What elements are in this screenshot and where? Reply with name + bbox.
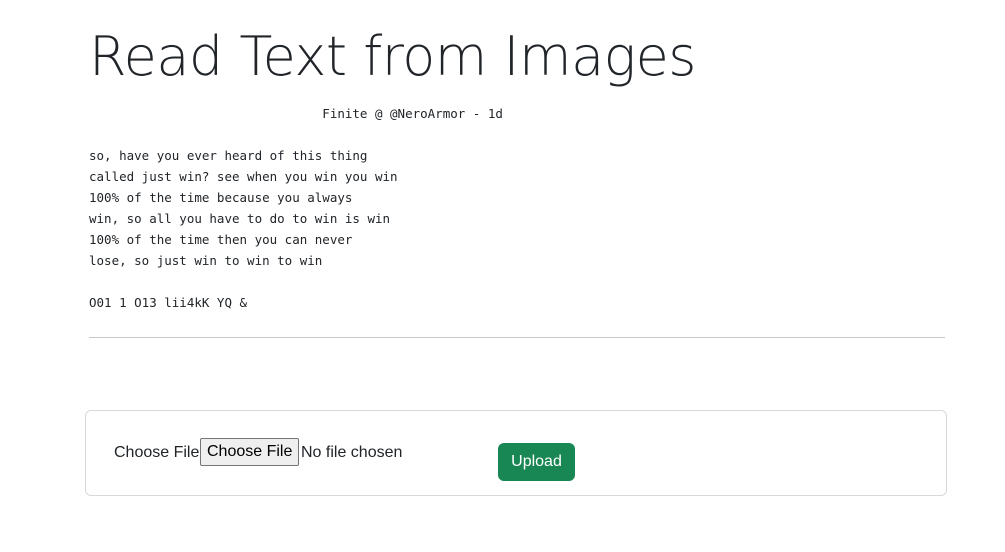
file-input-label: Choose File — [114, 444, 200, 461]
file-status-text: No file chosen — [301, 444, 403, 461]
upload-button[interactable]: Upload — [498, 443, 575, 481]
upload-form-card: Choose File Choose File No file chosen U… — [85, 410, 947, 496]
page: Read Text from Images Finite @ @NeroArmo… — [0, 0, 1005, 552]
divider — [89, 337, 945, 338]
ocr-result-text: Finite @ @NeroArmor - 1d so, have you ev… — [89, 106, 503, 310]
page-title: Read Text from Images — [89, 25, 696, 88]
choose-file-button[interactable]: Choose File — [200, 438, 300, 466]
